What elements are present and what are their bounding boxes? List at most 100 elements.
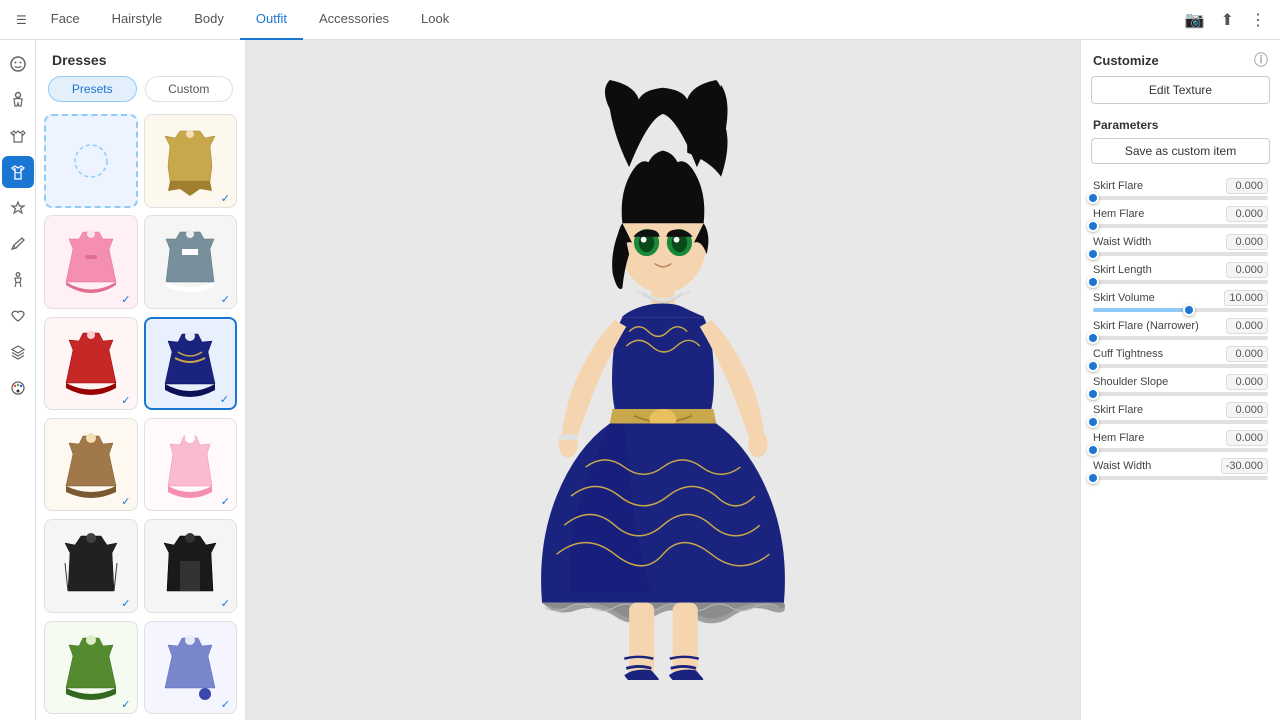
dress-panel-title: Dresses (36, 40, 245, 76)
dress-item-9[interactable]: ✓ (144, 519, 238, 613)
param-slider-hem-flare-1[interactable] (1093, 224, 1268, 228)
param-slider-skirt-length[interactable] (1093, 280, 1268, 284)
dress-item-7[interactable]: ✓ (144, 418, 238, 512)
sidebar-shirt-btn[interactable] (2, 120, 34, 152)
params-title: Parameters (1081, 112, 1280, 138)
dress-img-2 (56, 227, 126, 297)
param-hem-flare-2: Hem Flare 0.000 (1081, 426, 1280, 454)
dress-check-10: ✓ (121, 698, 130, 711)
main-layout: Dresses Presets Custom ✓ (0, 40, 1280, 720)
dress-img-4 (56, 328, 126, 398)
dress-check-1: ✓ (221, 192, 230, 205)
sidebar-pencil-btn[interactable] (2, 228, 34, 260)
param-slider-skirt-flare-narrower[interactable] (1093, 336, 1268, 340)
dress-check-8: ✓ (121, 597, 130, 610)
param-skirt-flare-1: Skirt Flare 0.000 (1081, 174, 1280, 202)
param-label-skirt-volume: Skirt Volume (1093, 292, 1155, 304)
tab-outfit[interactable]: Outfit (240, 0, 303, 40)
sidebar-face-btn[interactable] (2, 48, 34, 80)
param-cuff-tightness: Cuff Tightness 0.000 (1081, 342, 1280, 370)
param-value-hem-flare-2: 0.000 (1226, 430, 1268, 446)
dress-img-7 (155, 430, 225, 500)
dress-img-8 (56, 531, 126, 601)
params-list: Skirt Flare 0.000 Hem Flare 0.000 (1081, 170, 1280, 720)
param-label-shoulder-slope: Shoulder Slope (1093, 376, 1168, 388)
sidebar-layers-btn[interactable] (2, 336, 34, 368)
param-label-waist-width-2: Waist Width (1093, 460, 1151, 472)
save-custom-button[interactable]: Save as custom item (1091, 138, 1270, 164)
hamburger-menu-icon[interactable]: ☰ (8, 5, 35, 35)
more-button[interactable]: ⋮ (1244, 4, 1272, 36)
presets-tab[interactable]: Presets (48, 76, 137, 102)
param-hem-flare-1: Hem Flare 0.000 (1081, 202, 1280, 230)
param-label-skirt-flare-2: Skirt Flare (1093, 404, 1143, 416)
param-slider-waist-width-1[interactable] (1093, 252, 1268, 256)
dress-img-10 (56, 632, 126, 702)
tab-look[interactable]: Look (405, 0, 465, 40)
tab-face[interactable]: Face (35, 0, 96, 40)
dress-check-7: ✓ (221, 495, 230, 508)
param-value-skirt-length: 0.000 (1226, 262, 1268, 278)
param-value-hem-flare-1: 0.000 (1226, 206, 1268, 222)
customize-title: Customize (1093, 53, 1159, 68)
dress-item-4[interactable]: ✓ (44, 317, 138, 411)
top-nav: ☰ Face Hairstyle Body Outfit Accessories… (0, 0, 1280, 40)
param-value-waist-width-2: -30.000 (1221, 458, 1268, 474)
dress-check-6: ✓ (121, 495, 130, 508)
sidebar-body-btn[interactable] (2, 84, 34, 116)
dress-item-1[interactable]: ✓ (144, 114, 238, 208)
param-label-skirt-flare-1: Skirt Flare (1093, 180, 1143, 192)
dress-item-6[interactable]: ✓ (44, 418, 138, 512)
edit-texture-button[interactable]: Edit Texture (1091, 76, 1270, 104)
param-skirt-volume: Skirt Volume 10.000 (1081, 286, 1280, 314)
dress-grid: ✓ ✓ (36, 110, 245, 720)
dress-item-3[interactable]: ✓ (144, 215, 238, 309)
nav-tabs: Face Hairstyle Body Outfit Accessories L… (35, 0, 1179, 40)
dress-img-1 (155, 126, 225, 196)
param-skirt-length: Skirt Length 0.000 (1081, 258, 1280, 286)
param-slider-skirt-flare-2[interactable] (1093, 420, 1268, 424)
param-slider-shoulder-slope[interactable] (1093, 392, 1268, 396)
info-icon[interactable]: ⓘ (1254, 50, 1268, 70)
param-slider-skirt-volume[interactable] (1093, 308, 1268, 312)
param-value-skirt-flare-2: 0.000 (1226, 402, 1268, 418)
tab-hairstyle[interactable]: Hairstyle (96, 0, 179, 40)
dress-img-11 (155, 632, 225, 702)
sidebar-palette-btn[interactable] (2, 372, 34, 404)
param-slider-cuff-tightness[interactable] (1093, 364, 1268, 368)
param-slider-hem-flare-2[interactable] (1093, 448, 1268, 452)
dress-item-0[interactable] (44, 114, 138, 208)
custom-tab[interactable]: Custom (145, 76, 234, 102)
param-value-shoulder-slope: 0.000 (1226, 374, 1268, 390)
param-value-cuff-tightness: 0.000 (1226, 346, 1268, 362)
param-shoulder-slope: Shoulder Slope 0.000 (1081, 370, 1280, 398)
camera-button[interactable]: 📷 (1179, 4, 1211, 36)
dress-item-8[interactable]: ✓ (44, 519, 138, 613)
dress-item-11[interactable]: ✓ (144, 621, 238, 715)
param-value-skirt-flare-narrower: 0.000 (1226, 318, 1268, 334)
sidebar-figure-btn[interactable] (2, 264, 34, 296)
param-slider-waist-width-2[interactable] (1093, 476, 1268, 480)
customize-header: Customize ⓘ (1081, 40, 1280, 76)
dress-item-5[interactable]: ✓ (144, 317, 238, 411)
param-label-cuff-tightness: Cuff Tightness (1093, 348, 1163, 360)
param-slider-skirt-flare-1[interactable] (1093, 196, 1268, 200)
tab-accessories[interactable]: Accessories (303, 0, 405, 40)
canvas-area[interactable] (246, 40, 1080, 720)
param-skirt-flare-narrower: Skirt Flare (Narrower) 0.000 (1081, 314, 1280, 342)
sidebar-outfit-btn[interactable] (2, 156, 34, 188)
tab-body[interactable]: Body (178, 0, 240, 40)
share-button[interactable]: ⬆ (1215, 4, 1240, 36)
dress-item-2[interactable]: ✓ (44, 215, 138, 309)
param-skirt-flare-2: Skirt Flare 0.000 (1081, 398, 1280, 426)
dress-check-4: ✓ (121, 394, 130, 407)
sidebar-heart-btn[interactable] (2, 300, 34, 332)
param-value-skirt-flare-1: 0.000 (1226, 178, 1268, 194)
sidebar-accessories-btn[interactable] (2, 192, 34, 224)
param-label-hem-flare-2: Hem Flare (1093, 432, 1144, 444)
param-label-waist-width-1: Waist Width (1093, 236, 1151, 248)
dress-check-2: ✓ (121, 293, 130, 306)
dress-panel-tabs: Presets Custom (36, 76, 245, 110)
dress-item-10[interactable]: ✓ (44, 621, 138, 715)
param-label-skirt-length: Skirt Length (1093, 264, 1152, 276)
